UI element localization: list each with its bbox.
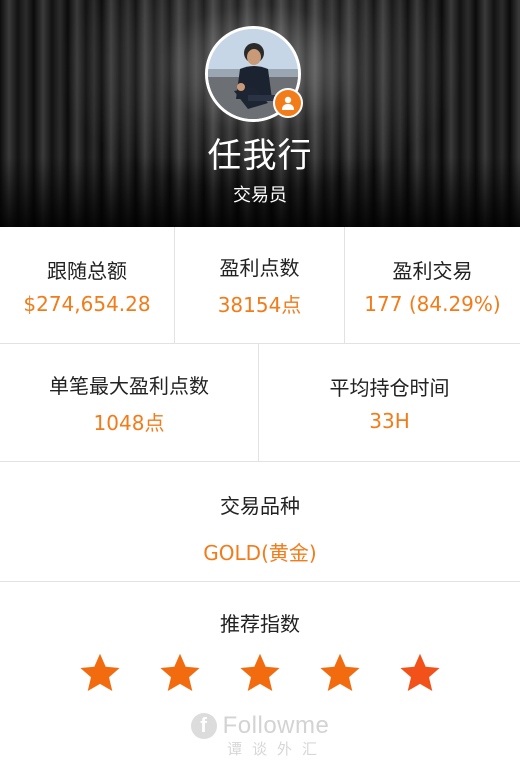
stat-label: 盈利点数 <box>219 256 300 280</box>
stat-value: 1048点 <box>93 410 165 435</box>
stat-profit-points: 盈利点数 38154点 <box>175 227 345 343</box>
star-rating <box>0 651 520 695</box>
logo-subtitle: 谭谈外汇 <box>226 740 327 758</box>
star-icon <box>160 653 200 691</box>
rating-label: 推荐指数 <box>220 612 300 636</box>
logo-line: f Followme <box>0 712 520 740</box>
stat-profit-trades: 盈利交易 177 (84.29%) <box>345 227 520 343</box>
stat-value: 177 (84.29%) <box>364 291 501 316</box>
stat-label: 跟随总额 <box>47 258 127 283</box>
stat-label: 盈利交易 <box>392 258 473 283</box>
variety-value: GOLD(黄金) <box>203 541 317 565</box>
recommendation-rating: 推荐指数 <box>0 582 520 695</box>
stat-follow-total: 跟随总额 $274,654.28 <box>0 227 175 343</box>
profile-header: 任我行 交易员 <box>0 0 520 227</box>
watermark-logo: f Followme 谭谈外汇 <box>0 712 520 759</box>
followme-logo-icon: f <box>190 713 217 739</box>
trading-variety: 交易品种 GOLD(黄金) <box>0 462 520 582</box>
avatar-wrap[interactable] <box>205 26 303 122</box>
star-icon <box>80 653 120 691</box>
star-icon <box>240 653 280 691</box>
trader-badge <box>273 88 303 118</box>
trader-name: 任我行 <box>207 136 313 176</box>
stat-label: 单笔最大盈利点数 <box>49 373 209 398</box>
stats-row-2: 单笔最大盈利点数 1048点 平均持仓时间 33H <box>0 344 520 462</box>
star-icon <box>400 653 440 691</box>
stats-row-1: 跟随总额 $274,654.28 盈利点数 38154点 盈利交易 177 (8… <box>0 227 520 344</box>
stat-label: 平均持仓时间 <box>329 376 450 400</box>
stat-value: $274,654.28 <box>23 291 151 316</box>
stat-value: 33H <box>369 409 410 433</box>
logo-brand: Followme <box>222 712 330 739</box>
trader-role: 交易员 <box>233 185 287 206</box>
variety-label: 交易品种 <box>220 494 300 518</box>
user-icon <box>282 96 294 110</box>
stat-max-single-profit: 单笔最大盈利点数 1048点 <box>0 344 259 461</box>
star-icon <box>320 653 360 691</box>
stat-avg-hold-time: 平均持仓时间 33H <box>259 344 520 461</box>
stat-value: 38154点 <box>217 293 302 317</box>
